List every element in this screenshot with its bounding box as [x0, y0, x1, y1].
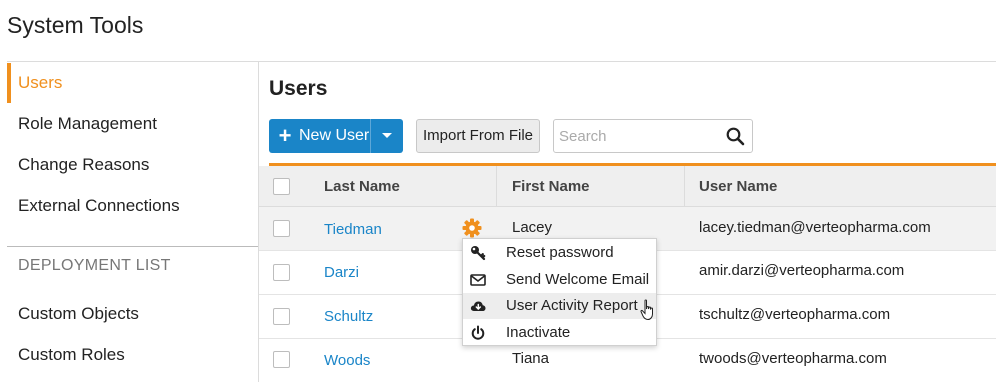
- last-name-link[interactable]: Tiedman: [324, 220, 382, 240]
- table-header: Last Name First Name User Name: [259, 166, 996, 207]
- row-checkbox[interactable]: [273, 351, 290, 368]
- page-title: Users: [269, 77, 328, 100]
- key-icon: [470, 245, 486, 261]
- search-icon[interactable]: [726, 127, 745, 151]
- menu-item-label: User Activity Report: [506, 297, 638, 314]
- search-input[interactable]: [554, 120, 714, 152]
- row-actions-menu: Reset password Send Welcome Email User A…: [462, 238, 657, 346]
- plus-icon: +: [278, 123, 292, 148]
- username-cell: amir.darzi@verteopharma.com: [699, 262, 905, 279]
- sidebar: Users Role Management Change Reasons Ext…: [7, 62, 258, 382]
- caret-down-icon: [382, 133, 392, 138]
- column-divider: [496, 166, 497, 207]
- new-user-dropdown-toggle[interactable]: [371, 119, 403, 153]
- menu-item-label: Send Welcome Email: [506, 271, 650, 288]
- menu-item-user-activity-report[interactable]: User Activity Report: [463, 293, 656, 319]
- row-checkbox[interactable]: [273, 308, 290, 325]
- hand-cursor-icon: [640, 299, 656, 326]
- last-name-link[interactable]: Woods: [324, 351, 370, 371]
- first-name-cell: Tiana: [512, 350, 549, 367]
- new-user-button[interactable]: + New User: [269, 119, 403, 153]
- sidebar-item-custom-roles[interactable]: Custom Roles: [7, 335, 258, 375]
- last-name-link[interactable]: Darzi: [324, 263, 359, 283]
- username-cell: twoods@verteopharma.com: [699, 350, 887, 367]
- select-all-checkbox[interactable]: [273, 178, 290, 195]
- sidebar-divider: [7, 246, 258, 247]
- username-cell: lacey.tiedman@verteopharma.com: [699, 219, 931, 236]
- envelope-icon: [470, 272, 486, 288]
- new-user-label: New User: [299, 127, 370, 144]
- last-name-link[interactable]: Schultz: [324, 307, 373, 327]
- column-header-last-name[interactable]: Last Name: [324, 166, 400, 207]
- menu-item-label: Reset password: [506, 244, 614, 261]
- sidebar-item-external-connections[interactable]: External Connections: [7, 186, 258, 226]
- column-header-first-name[interactable]: First Name: [512, 166, 590, 207]
- deployment-list-heading: DEPLOYMENT LIST: [18, 257, 171, 274]
- column-header-user-name[interactable]: User Name: [699, 166, 777, 207]
- sidebar-item-role-management[interactable]: Role Management: [7, 104, 258, 144]
- menu-item-inactivate[interactable]: Inactivate: [463, 320, 656, 346]
- search-box: [553, 119, 753, 153]
- menu-item-send-welcome-email[interactable]: Send Welcome Email: [463, 267, 656, 293]
- sidebar-item-users[interactable]: Users: [7, 63, 258, 103]
- sidebar-item-change-reasons[interactable]: Change Reasons: [7, 145, 258, 185]
- first-name-cell: Lacey: [512, 219, 553, 236]
- power-icon: [470, 325, 486, 341]
- row-checkbox[interactable]: [273, 220, 290, 237]
- cloud-download-icon: [470, 298, 486, 314]
- import-from-file-button[interactable]: Import From File: [416, 119, 540, 153]
- row-checkbox[interactable]: [273, 264, 290, 281]
- sidebar-item-custom-objects[interactable]: Custom Objects: [7, 294, 258, 334]
- app-title: System Tools: [7, 12, 144, 38]
- menu-item-reset-password[interactable]: Reset password: [463, 240, 656, 266]
- column-divider: [684, 166, 685, 207]
- menu-item-label: Inactivate: [506, 324, 571, 341]
- username-cell: tschultz@verteopharma.com: [699, 306, 891, 323]
